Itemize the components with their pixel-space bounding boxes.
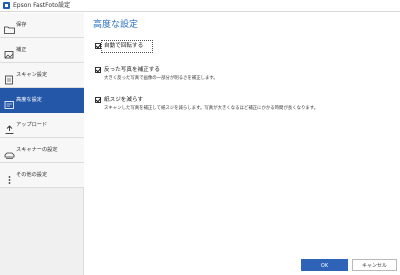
adjust-image-icon	[4, 45, 15, 59]
option-label: 紙スジを減らす	[104, 97, 144, 103]
scanner-icon	[4, 145, 15, 159]
option-label: 自動で回転する	[104, 43, 144, 49]
sidebar-item-adjust[interactable]: 補正	[0, 38, 84, 63]
sidebar-item-label: その他の設定	[16, 172, 48, 178]
option-description: スキャンした写真を補正して紙スジを減らします。写真が大きくなるほど補正にかかる時…	[104, 106, 319, 111]
curled-photo-checkbox[interactable]	[95, 67, 101, 73]
sidebar-item-label: スキャナーの設定	[16, 147, 58, 153]
sidebar-item-label: スキャン設定	[16, 72, 48, 78]
sidebar-item-label: 保存	[16, 22, 27, 28]
advanced-settings-icon	[4, 95, 15, 109]
sidebar-item-other-settings[interactable]: その他の設定	[0, 163, 84, 188]
window-title: Epson FastFoto設定	[13, 2, 71, 9]
upload-icon	[4, 120, 15, 134]
ok-button[interactable]: OK	[301, 259, 348, 271]
title-bar: Epson FastFoto設定	[0, 0, 400, 12]
sidebar-item-save[interactable]: 保存	[0, 13, 84, 38]
settings-window: Epson FastFoto設定 保存 補正 スキャン設定 高度な設定 アップロ…	[0, 0, 400, 275]
sidebar-item-label: 高度な設定	[16, 97, 42, 103]
app-icon	[3, 2, 10, 9]
reduce-streaks-checkbox[interactable]	[95, 97, 101, 103]
more-icon	[4, 170, 15, 184]
main-panel: 高度な設定 自動で回転する 反った写真を補正する 大きく反った写真で画像の一部分…	[85, 13, 400, 275]
sidebar-item-upload[interactable]: アップロード	[0, 113, 84, 138]
option-label: 反った写真を補正する	[104, 67, 160, 73]
scan-settings-icon	[4, 70, 15, 85]
sidebar-item-label: アップロード	[16, 122, 48, 128]
folder-icon	[4, 20, 15, 34]
option-description: 大きく反った写真で画像の一部分が明るさを補正します。	[104, 76, 218, 81]
page-title: 高度な設定	[93, 20, 139, 30]
sidebar-item-scan-settings[interactable]: スキャン設定	[0, 63, 84, 88]
sidebar: 保存 補正 スキャン設定 高度な設定 アップロード スキャナーの設定 その他の設…	[0, 13, 84, 275]
sidebar-item-scanner-settings[interactable]: スキャナーの設定	[0, 138, 84, 163]
sidebar-item-label: 補正	[16, 47, 27, 53]
cancel-button[interactable]: キャンセル	[352, 259, 397, 271]
sidebar-item-advanced[interactable]: 高度な設定	[0, 88, 84, 113]
